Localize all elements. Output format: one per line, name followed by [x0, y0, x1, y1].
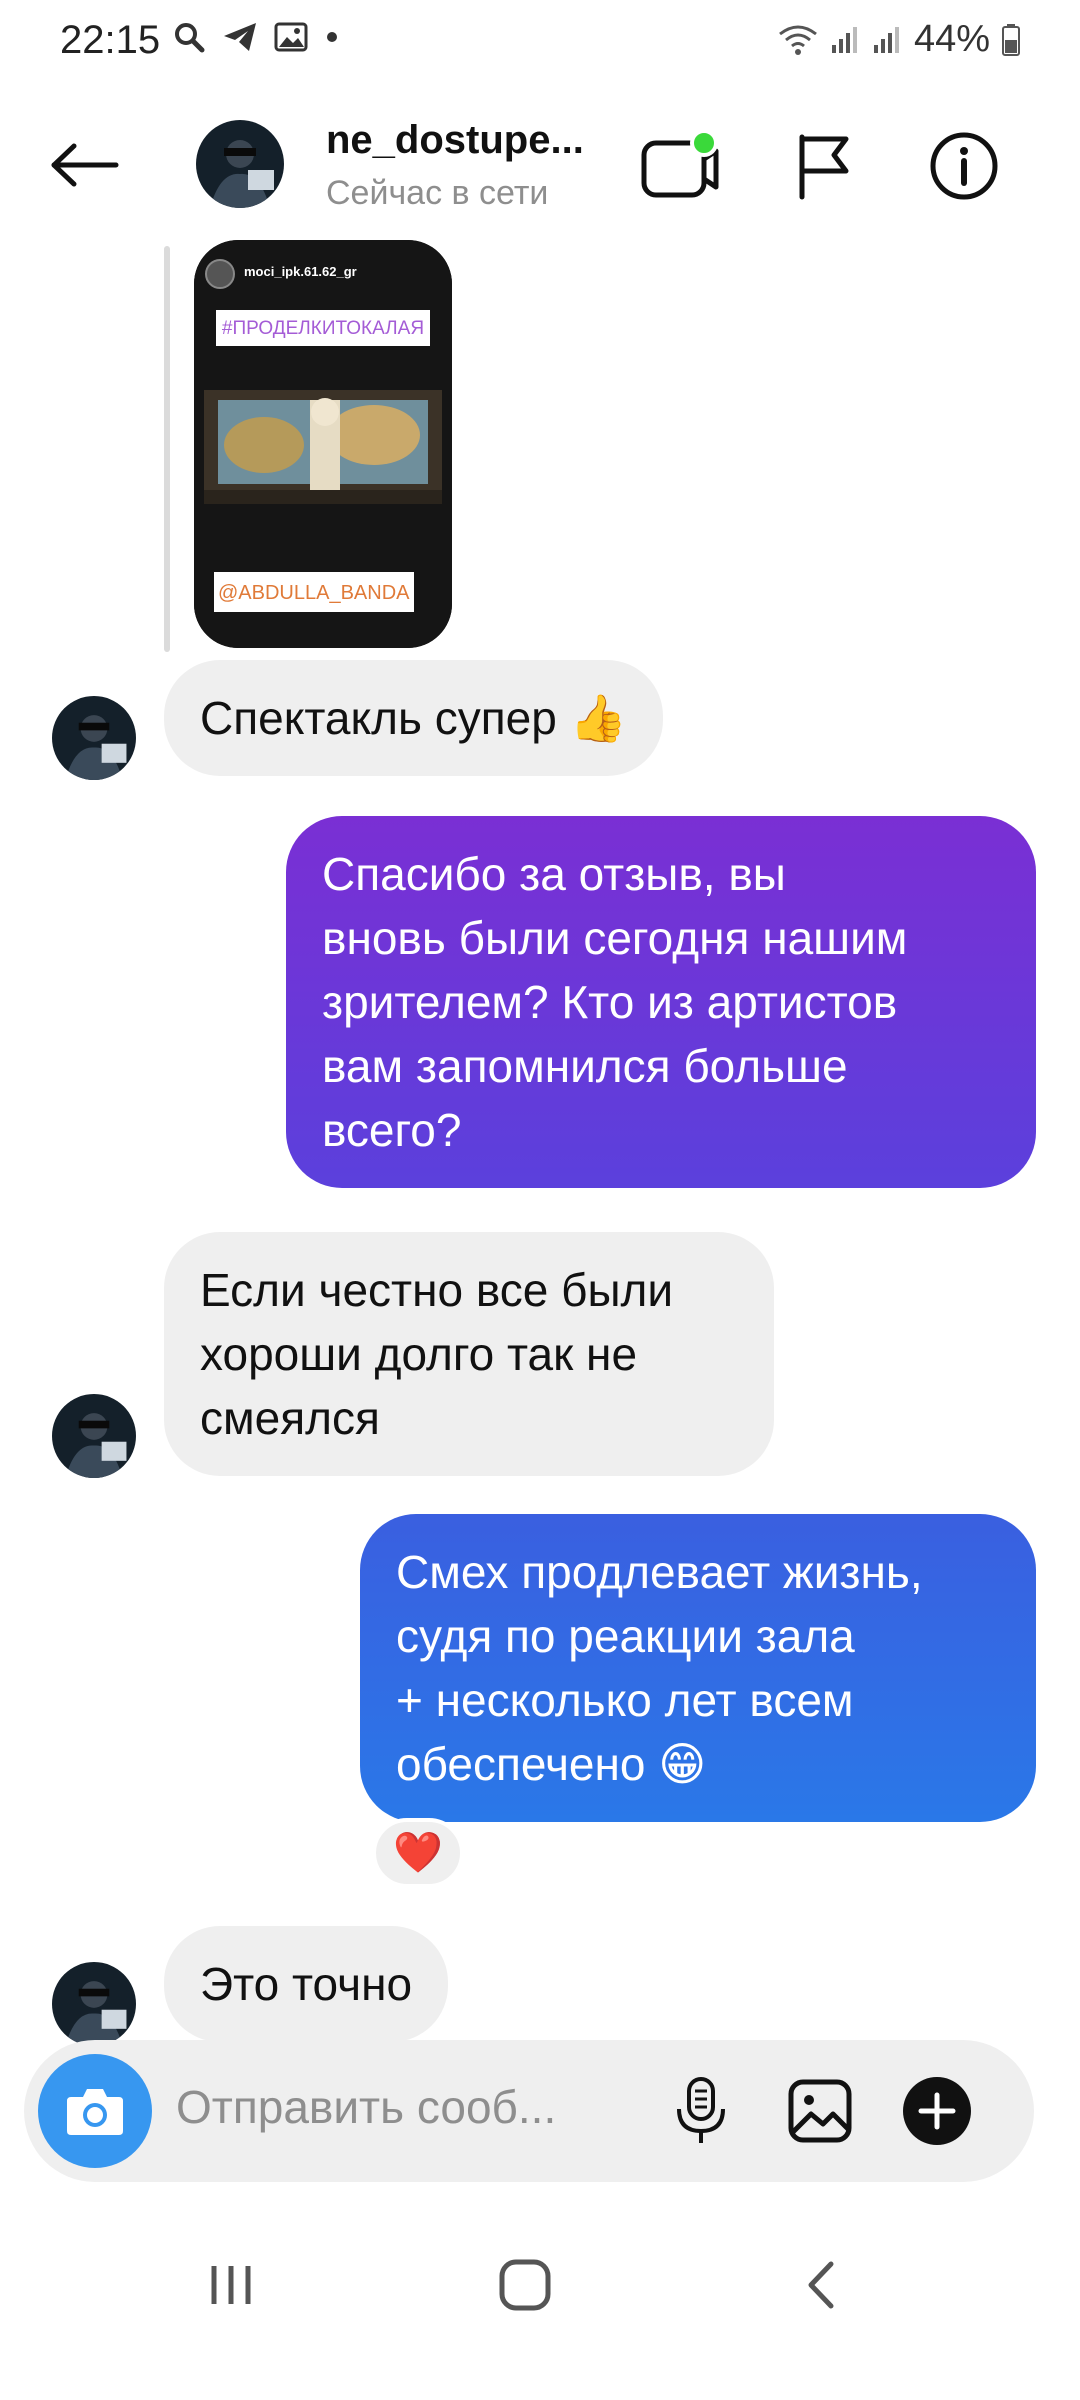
system-navigation-bar	[0, 2230, 1080, 2340]
message-text: Спектакль супер 👍	[200, 692, 627, 744]
message-input[interactable]: Отправить сооб...	[176, 2080, 636, 2134]
message-text-line: смеялся	[200, 1392, 380, 1444]
telegram-icon	[224, 23, 256, 51]
dot-icon	[327, 32, 337, 42]
info-button[interactable]	[922, 124, 1006, 208]
heart-icon: ❤️	[393, 1831, 443, 1875]
message-composer: Отправить сооб...	[24, 2040, 1034, 2182]
camera-icon	[67, 2089, 123, 2135]
chevron-left-icon	[808, 2261, 834, 2309]
contact-username[interactable]: ne_dostupe...	[326, 118, 584, 163]
message-text-line: + несколько лет всем	[396, 1674, 854, 1726]
heart-reaction[interactable]: ❤️	[372, 1818, 464, 1888]
status-time: 22:15	[60, 18, 161, 62]
recent-apps-icon	[211, 2266, 251, 2304]
plus-circle-icon	[903, 2077, 971, 2145]
story-preview[interactable]: moci_ipk.61.62_gr #ПРОДЕЛКИТОКАЛАЯ @ABDU…	[194, 240, 452, 648]
message-bubble-incoming[interactable]: Это точно	[164, 1926, 449, 2042]
message-text-line: вам запомнился больше	[322, 1040, 848, 1092]
more-options-button[interactable]	[894, 2068, 980, 2154]
arrow-left-icon	[51, 143, 119, 187]
contact-avatar[interactable]	[196, 120, 284, 208]
chat-header: ne_dostupe... Сейчас в сети	[0, 100, 1080, 230]
sender-avatar[interactable]	[52, 1394, 136, 1478]
microphone-icon	[677, 2077, 725, 2143]
wifi-icon	[779, 25, 817, 55]
system-status: 44%	[778, 18, 1020, 61]
message-text-line: зрителем? Кто из артистов	[322, 976, 898, 1028]
video-camera-icon	[641, 129, 719, 198]
message-bubble-incoming[interactable]: Если честно все были хороши долго так не…	[164, 1232, 774, 1476]
report-button[interactable]	[782, 124, 866, 208]
signal-icon	[831, 26, 857, 53]
system-back-button[interactable]	[766, 2250, 876, 2320]
sender-avatar[interactable]	[52, 696, 136, 780]
search-icon	[175, 23, 205, 53]
story-reply-line	[164, 246, 170, 652]
story-hashtag: #ПРОДЕЛКИТОКАЛАЯ	[221, 318, 425, 339]
gallery-icon	[274, 22, 308, 52]
video-call-button[interactable]	[638, 124, 722, 208]
sender-avatar[interactable]	[52, 1962, 136, 2046]
message-text-line: Если честно все были	[200, 1264, 674, 1316]
message-bubble-outgoing[interactable]: Смех продлевает жизнь, судя по реакции з…	[360, 1514, 1036, 1822]
image-icon	[788, 2079, 852, 2143]
message-text-line: хороши долго так не	[200, 1328, 638, 1380]
message-text-line: Спасибо за отзыв, вы	[322, 848, 786, 900]
signal-icon-2	[873, 26, 899, 53]
contact-presence: Сейчас в сети	[326, 174, 549, 212]
message-bubble-incoming[interactable]: Спектакль супер 👍	[164, 660, 663, 776]
status-bar: 22:15 44%	[0, 0, 1080, 80]
message-bubble-outgoing[interactable]: Спасибо за отзыв, вы вновь были сегодня …	[286, 816, 1036, 1188]
battery-percent: 44%	[913, 18, 990, 60]
back-button[interactable]	[44, 130, 124, 200]
recent-apps-button[interactable]	[176, 2250, 286, 2320]
story-mention: @ABDULLA_BANDA	[218, 582, 410, 604]
home-icon	[499, 2259, 551, 2311]
battery-icon	[1002, 23, 1020, 56]
camera-button[interactable]	[38, 2054, 152, 2168]
message-text-line: Смех продлевает жизнь,	[396, 1546, 923, 1598]
home-button[interactable]	[470, 2250, 580, 2320]
message-text: Это точно	[200, 1958, 413, 2010]
message-text-line: вновь были сегодня нашим	[322, 912, 908, 964]
message-text-line: обеспечено 😁	[396, 1738, 707, 1790]
notification-icons	[172, 20, 340, 54]
voice-message-button[interactable]	[658, 2068, 744, 2154]
message-text-line: всего?	[322, 1104, 462, 1156]
message-text-line: судя по реакции зала	[396, 1610, 855, 1662]
story-author: moci_ipk.61.62_gr	[244, 264, 357, 279]
info-icon	[930, 132, 998, 200]
gallery-button[interactable]	[777, 2068, 863, 2154]
flag-icon	[799, 134, 849, 200]
